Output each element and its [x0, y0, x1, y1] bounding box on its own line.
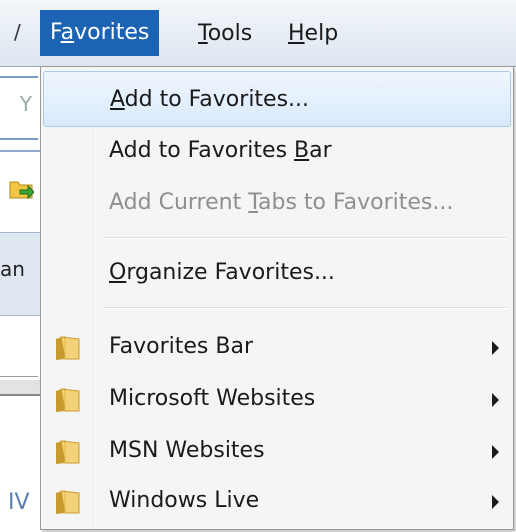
submenu-arrow-icon	[492, 445, 499, 459]
folder-icon	[56, 440, 80, 464]
address-fragment-text: Y	[19, 92, 32, 116]
menu-fragment-text: /	[14, 20, 21, 44]
menu-separator	[103, 307, 507, 309]
add-current-tabs-item: Add Current Tabs to Favorites...	[109, 190, 454, 215]
tab-fragment-text: an	[0, 257, 25, 281]
favorites-dropdown: Add to Favorites... Add to Favorites Bar…	[40, 66, 514, 530]
add-to-favorites-item[interactable]: Add to Favorites...	[43, 71, 511, 127]
folder-icon	[56, 490, 80, 514]
windows-live-folder-item[interactable]: Windows Live	[43, 473, 511, 529]
menu-help[interactable]: Help	[278, 14, 348, 54]
menu-separator	[103, 237, 507, 239]
submenu-arrow-icon	[492, 393, 499, 407]
tab-strip-fragment[interactable]: an	[0, 232, 40, 316]
scrollbar-fragment[interactable]	[0, 380, 40, 396]
submenu-arrow-icon	[492, 341, 499, 355]
toolbar-divider	[0, 150, 40, 152]
add-to-favorites-bar-item[interactable]: Add to Favorites Bar	[43, 123, 511, 179]
msn-websites-folder-item[interactable]: MSN Websites	[43, 423, 511, 479]
microsoft-websites-folder-item[interactable]: Microsoft Websites	[43, 371, 511, 427]
favorites-add-icon[interactable]	[8, 176, 34, 202]
favorites-bar-folder-item[interactable]: Favorites Bar	[43, 319, 511, 375]
background-menubar-edge: /	[0, 0, 40, 67]
address-bar-fragment[interactable]: Y	[0, 76, 38, 140]
content-box-fragment	[0, 316, 38, 377]
link-fragment-text[interactable]: IV	[8, 490, 30, 515]
menu-tools[interactable]: Tools	[188, 14, 262, 54]
folder-icon	[56, 336, 80, 360]
folder-icon	[56, 388, 80, 412]
organize-favorites-item[interactable]: Organize Favorites...	[43, 245, 511, 301]
menu-bar: Favorites Tools Help	[40, 0, 516, 67]
submenu-arrow-icon	[492, 495, 499, 509]
menu-favorites[interactable]: Favorites	[40, 10, 160, 56]
